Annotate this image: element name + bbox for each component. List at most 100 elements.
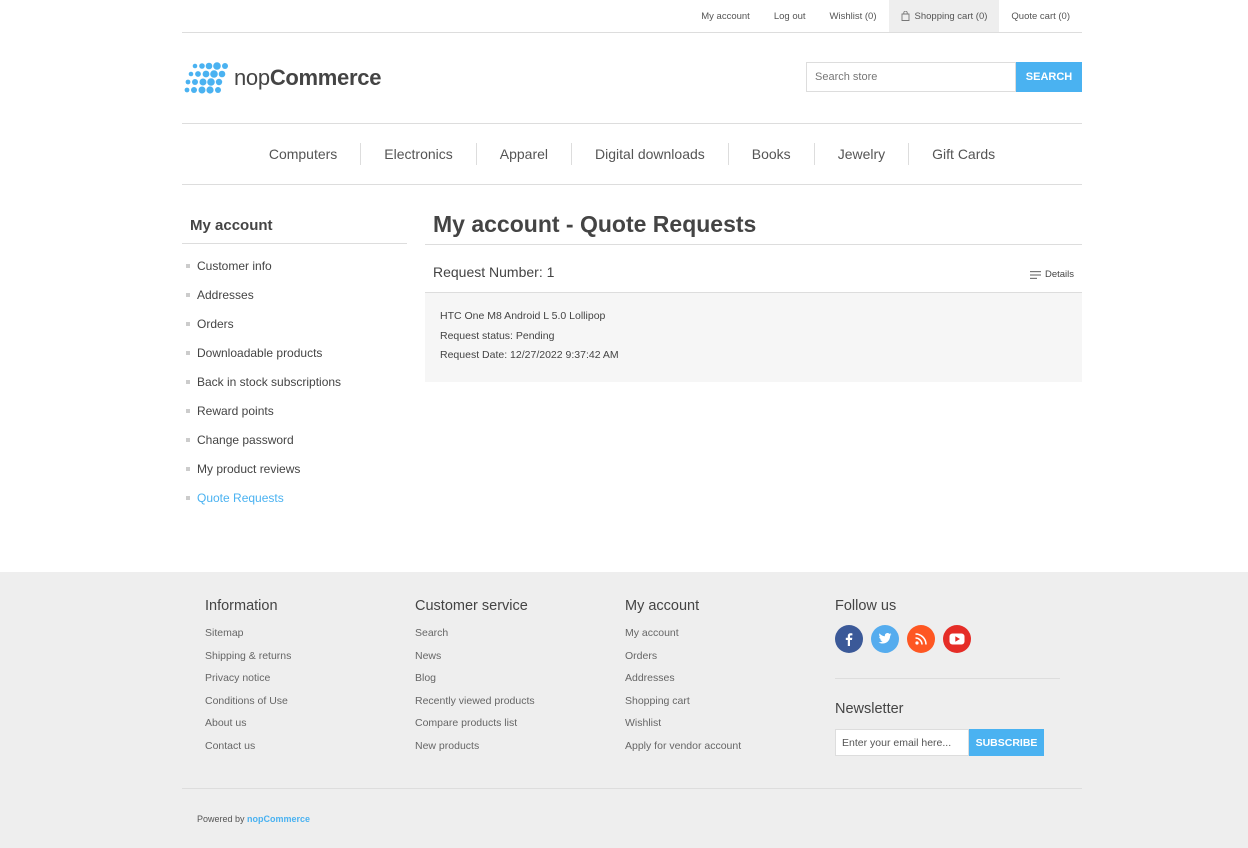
footer-link-privacy[interactable]: Privacy notice [205,672,291,695]
powered-by: Powered by nopCommerce [197,814,310,824]
twitter-icon[interactable] [871,625,899,653]
footer-link-conditions[interactable]: Conditions of Use [205,695,291,718]
footer-link-my-account[interactable]: My account [625,627,741,650]
bullet-icon [186,379,190,384]
footer-link-contact[interactable]: Contact us [205,740,291,763]
footer-my-account: My account My account Orders Addresses S… [625,598,741,763]
bullet-icon [186,321,190,326]
header-links: My account Log out Wishlist (0) Shopping… [689,0,1082,32]
subscribe-button[interactable]: SUBSCRIBE [969,729,1044,756]
nav-item-electronics[interactable]: Electronics [360,143,475,165]
request-number: Request Number: 1 [433,264,555,280]
nav-item-computers[interactable]: Computers [246,143,360,165]
header-link-my-account[interactable]: My account [689,0,762,32]
header-links-bar: My account Log out Wishlist (0) Shopping… [182,0,1082,33]
store-logo[interactable]: nopCommerce [184,62,381,94]
request-product: HTC One M8 Android L 5.0 Lollipop [440,310,606,322]
sidebar-item-change-password[interactable]: Change password [186,425,406,454]
footer-information-title: Information [205,598,278,614]
youtube-icon[interactable] [943,625,971,653]
header-link-logout[interactable]: Log out [762,0,818,32]
sidebar-item-orders[interactable]: Orders [186,309,406,338]
footer-follow-us: Follow us [835,598,971,653]
header-link-wishlist[interactable]: Wishlist (0) [818,0,889,32]
footer-link-new-products[interactable]: New products [415,740,535,763]
footer-link-shopping-cart[interactable]: Shopping cart [625,695,741,718]
nav-item-digital-downloads[interactable]: Digital downloads [571,143,728,165]
footer-link-blog[interactable]: Blog [415,672,535,695]
logo-text: nopCommerce [234,65,382,90]
header-link-shopping-cart[interactable]: Shopping cart (0) [888,0,1000,32]
nav-item-apparel[interactable]: Apparel [475,143,571,165]
sidebar-title: My account [182,208,407,244]
search-input[interactable] [806,62,1016,92]
footer-link-wishlist[interactable]: Wishlist [625,717,741,740]
sidebar-item-back-in-stock[interactable]: Back in stock subscriptions [186,367,406,396]
footer-link-addresses[interactable]: Addresses [625,672,741,695]
sidebar-item-label: Orders [197,316,234,331]
sidebar-item-label: Downloadable products [197,345,323,360]
rss-icon[interactable] [907,625,935,653]
top-menu: Computers Electronics Apparel Digital do… [182,123,1082,185]
sidebar-item-label: Quote Requests [197,490,284,505]
footer-bottom-divider [182,788,1082,789]
sidebar-item-quote-requests[interactable]: Quote Requests [186,483,406,512]
powered-by-prefix: Powered by [197,814,245,824]
footer-customer-service-title: Customer service [415,598,528,614]
sidebar-item-label: Customer info [197,258,272,273]
newsletter-title: Newsletter [835,701,904,717]
shopping-bag-icon [901,11,909,21]
sidebar-item-customer-info[interactable]: Customer info [186,251,406,280]
sidebar-item-label: Change password [197,432,294,447]
request-status: Request status: Pending [440,329,555,342]
footer-link-about[interactable]: About us [205,717,291,740]
bullet-icon [186,495,190,500]
sidebar-item-reward-points[interactable]: Reward points [186,396,406,425]
nav-item-jewelry[interactable]: Jewelry [813,143,908,165]
footer-link-sitemap[interactable]: Sitemap [205,627,291,650]
footer: Information Sitemap Shipping & returns P… [0,572,1248,848]
search-button[interactable]: Search [1016,62,1082,92]
bullet-icon [186,292,190,297]
bullet-icon [186,408,190,413]
footer-information: Information Sitemap Shipping & returns P… [205,598,291,763]
footer-my-account-title: My account [625,598,700,614]
search-box: Search [806,62,1082,92]
sidebar-item-label: My product reviews [197,461,301,476]
footer-link-compare[interactable]: Compare products list [415,717,535,740]
footer-follow-title: Follow us [835,598,897,614]
header-link-quote-cart[interactable]: Quote cart (0) [999,0,1082,32]
footer-divider [835,678,1060,679]
sidebar-item-addresses[interactable]: Addresses [186,280,406,309]
footer-link-search[interactable]: Search [415,627,535,650]
sidebar-item-label: Reward points [197,403,274,418]
footer-link-recently-viewed[interactable]: Recently viewed products [415,695,535,718]
details-link[interactable]: Details [1029,269,1074,280]
sidebar-item-label: Addresses [197,287,254,302]
details-label: Details [1044,269,1074,280]
newsletter-email-input[interactable] [835,729,969,756]
social-links [835,625,971,653]
request-info: HTC One M8 Android L 5.0 Lollipop Reques… [425,293,1082,382]
bullet-icon [186,263,190,268]
list-icon [1029,270,1041,279]
facebook-icon[interactable] [835,625,863,653]
newsletter-form: SUBSCRIBE [835,729,1044,756]
bullet-icon [186,437,190,442]
request-header: Request Number: 1 Details [425,258,1082,293]
sidebar-item-downloadable-products[interactable]: Downloadable products [186,338,406,367]
bullet-icon [186,350,190,355]
nopcommerce-dots-logo-icon [184,62,228,94]
nav-item-gift-cards[interactable]: Gift Cards [908,143,1018,165]
footer-link-vendor[interactable]: Apply for vendor account [625,740,741,763]
footer-link-news[interactable]: News [415,650,535,673]
footer-customer-service: Customer service Search News Blog Recent… [415,598,535,763]
footer-link-orders[interactable]: Orders [625,650,741,673]
page-title: My account - Quote Requests [425,206,1082,245]
powered-by-link[interactable]: nopCommerce [247,814,310,824]
bullet-icon [186,466,190,471]
shopping-cart-label: Shopping cart (0) [914,10,988,22]
sidebar-item-product-reviews[interactable]: My product reviews [186,454,406,483]
footer-link-shipping[interactable]: Shipping & returns [205,650,291,673]
nav-item-books[interactable]: Books [727,143,814,165]
